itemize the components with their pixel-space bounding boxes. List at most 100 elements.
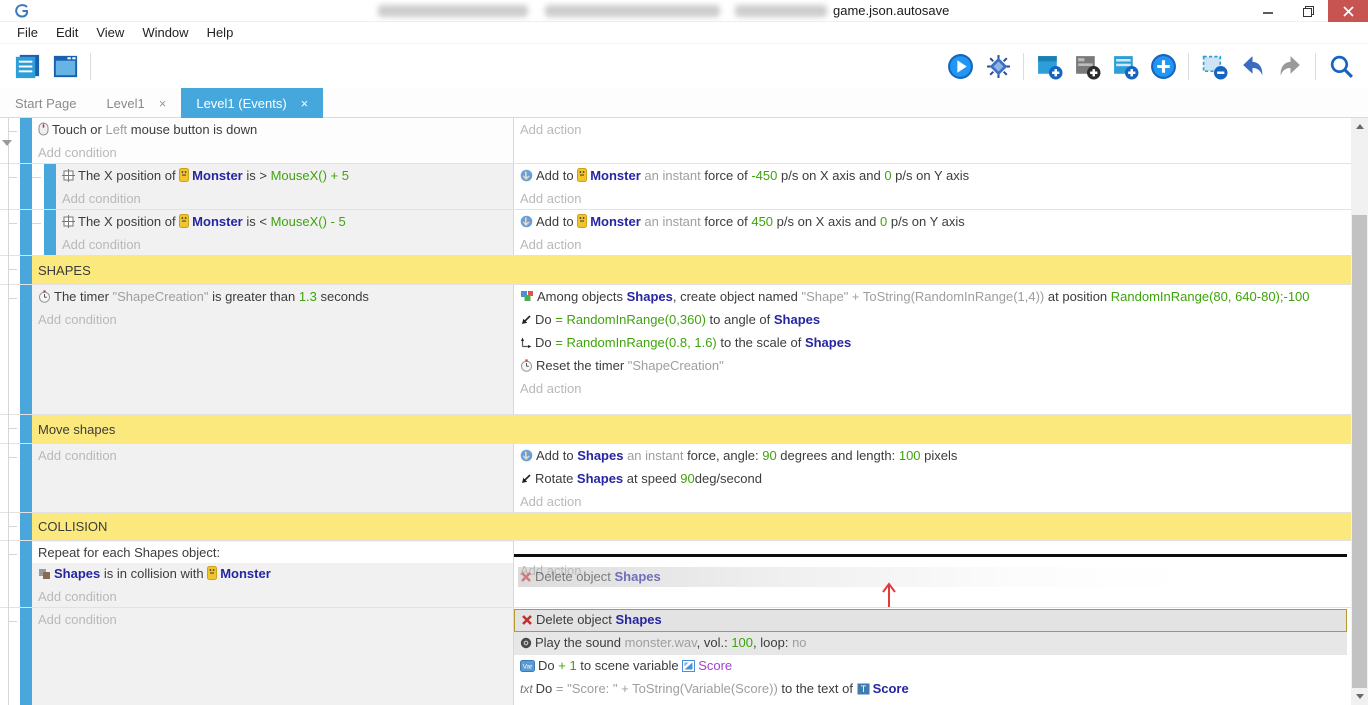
undo-button[interactable] <box>1236 50 1268 82</box>
action-line[interactable]: txtDo = "Score: " + ToString(Variable(Sc… <box>514 678 1351 701</box>
close-tab-icon[interactable]: × <box>301 96 309 111</box>
comment-row[interactable]: Move shapes <box>0 415 1351 444</box>
search-button[interactable] <box>1325 50 1357 82</box>
condition-line[interactable]: The timer "ShapeCreation" is greater tha… <box>32 286 513 309</box>
comment-row[interactable]: COLLISION <box>0 513 1351 541</box>
tab-level1-events[interactable]: Level1 (Events) × <box>181 88 323 118</box>
add-condition-button[interactable]: Add condition <box>56 188 513 209</box>
conditions-cell[interactable]: Add condition <box>32 608 513 705</box>
scene-editor-button[interactable] <box>49 50 81 82</box>
debug-button[interactable] <box>982 50 1014 82</box>
condition-line[interactable]: Repeat for each Shapes object: <box>32 542 513 563</box>
action-line[interactable]: Reset the timer "ShapeCreation" <box>514 355 1351 378</box>
action-line[interactable]: Among objects Shapes, create object name… <box>514 286 1351 309</box>
expander-icon[interactable] <box>2 140 12 146</box>
action-line[interactable]: Do = RandomInRange(0,360) to angle of Sh… <box>514 309 1351 332</box>
add-condition-button[interactable]: Add condition <box>32 445 513 466</box>
condition-line[interactable]: Shapes is in collision with Monster <box>32 563 513 586</box>
close-button[interactable] <box>1328 0 1368 22</box>
actions-cell[interactable]: Among objects Shapes, create object name… <box>513 285 1351 414</box>
add-subevent-button[interactable] <box>1109 50 1141 82</box>
add-condition-button[interactable]: Add condition <box>32 609 513 630</box>
event-drag-bar[interactable] <box>20 285 32 414</box>
menu-file[interactable]: File <box>8 25 47 40</box>
add-condition-button[interactable]: Add condition <box>56 234 513 255</box>
menu-edit[interactable]: Edit <box>47 25 87 40</box>
comment-text[interactable]: SHAPES <box>32 256 1351 284</box>
add-action-button[interactable]: Add action <box>514 119 1351 140</box>
subevent-drag-bar[interactable] <box>44 164 56 209</box>
event-row[interactable]: The X position of Monster is < MouseX() … <box>0 210 1351 256</box>
add-condition-button[interactable]: Add condition <box>32 309 513 330</box>
preview-play-button[interactable] <box>944 50 976 82</box>
tab-start-page[interactable]: Start Page <box>0 88 91 118</box>
actions-cell[interactable]: Delete object ShapesPlay the sound monst… <box>513 608 1351 705</box>
condition-line[interactable]: Touch or Left mouse button is down <box>32 119 513 142</box>
project-manager-button[interactable] <box>11 50 43 82</box>
scrollbar-thumb[interactable] <box>1352 215 1367 688</box>
action-line[interactable]: Rotate Shapes at speed 90deg/second <box>514 468 1351 491</box>
event-drag-bar[interactable] <box>20 256 32 284</box>
add-comment-button[interactable] <box>1071 50 1103 82</box>
event-drag-bar[interactable] <box>20 513 32 540</box>
condition-line[interactable]: The X position of Monster is > MouseX() … <box>56 165 513 188</box>
scroll-down-button[interactable] <box>1351 688 1368 705</box>
add-action-button[interactable]: Add action <box>514 491 1351 512</box>
close-tab-icon[interactable]: × <box>159 96 167 111</box>
subevent-drag-bar[interactable] <box>44 210 56 255</box>
add-action-button[interactable]: Add action <box>514 188 1351 209</box>
add-action-button[interactable]: Add action <box>514 234 1351 255</box>
add-condition-button[interactable]: Add condition <box>32 586 513 607</box>
comment-text[interactable]: COLLISION <box>32 513 1351 540</box>
event-row[interactable]: Repeat for each Shapes object:Shapes is … <box>0 541 1351 608</box>
add-action-button[interactable]: Add action <box>514 378 1351 399</box>
add-condition-button[interactable]: Add condition <box>32 142 513 163</box>
action-line[interactable]: Delete object Shapes <box>514 609 1347 632</box>
menu-view[interactable]: View <box>87 25 133 40</box>
add-action-button[interactable]: Add actionDelete object Shapes <box>514 560 1351 581</box>
comment-row[interactable]: SHAPES <box>0 256 1351 285</box>
minimize-button[interactable] <box>1248 0 1288 22</box>
action-line[interactable]: Add to Shapes an instant force, angle: 9… <box>514 445 1351 468</box>
comment-text[interactable]: Move shapes <box>32 415 1351 443</box>
actions-cell[interactable]: Add to Shapes an instant force, angle: 9… <box>513 444 1351 512</box>
action-line[interactable]: VarDo + 1 to scene variable Score <box>514 655 1351 678</box>
conditions-cell[interactable]: Touch or Left mouse button is downAdd co… <box>32 118 513 163</box>
conditions-cell[interactable]: The X position of Monster is < MouseX() … <box>56 210 513 255</box>
conditions-cell[interactable]: Add condition <box>32 444 513 512</box>
condition-line[interactable]: The X position of Monster is < MouseX() … <box>56 211 513 234</box>
event-row[interactable]: Add conditionAdd to Shapes an instant fo… <box>0 444 1351 513</box>
events-sheet[interactable]: Touch or Left mouse button is downAdd co… <box>0 118 1351 705</box>
actions-cell[interactable]: Add to Monster an instant force of -450 … <box>513 164 1351 209</box>
action-line[interactable]: Play the sound monster.wav, vol.: 100, l… <box>514 632 1347 655</box>
actions-cell[interactable]: Add action <box>513 118 1351 163</box>
actions-cell[interactable]: Add to Monster an instant force of 450 p… <box>513 210 1351 255</box>
tab-level1[interactable]: Level1 × <box>91 88 181 118</box>
action-line[interactable]: Add to Monster an instant force of 450 p… <box>514 211 1351 234</box>
menu-window[interactable]: Window <box>133 25 197 40</box>
add-event-button[interactable] <box>1033 50 1065 82</box>
remove-event-button[interactable] <box>1198 50 1230 82</box>
event-drag-bar[interactable] <box>20 541 32 607</box>
action-line[interactable]: Do = RandomInRange(0.8, 1.6) to the scal… <box>514 332 1351 355</box>
action-line[interactable]: Add to Monster an instant force of -450 … <box>514 165 1351 188</box>
restore-button[interactable] <box>1288 0 1328 22</box>
event-drag-bar[interactable] <box>20 118 32 163</box>
conditions-cell[interactable]: The X position of Monster is > MouseX() … <box>56 164 513 209</box>
event-drag-bar[interactable] <box>20 164 32 209</box>
event-drag-bar[interactable] <box>20 415 32 443</box>
event-row[interactable]: Touch or Left mouse button is downAdd co… <box>0 118 1351 164</box>
add-other-event-button[interactable] <box>1147 50 1179 82</box>
event-row[interactable]: The X position of Monster is > MouseX() … <box>0 164 1351 210</box>
scroll-up-button[interactable] <box>1351 118 1368 135</box>
redo-button[interactable] <box>1274 50 1306 82</box>
menu-help[interactable]: Help <box>198 25 243 40</box>
conditions-cell[interactable]: The timer "ShapeCreation" is greater tha… <box>32 285 513 414</box>
event-drag-bar[interactable] <box>20 444 32 512</box>
conditions-cell[interactable]: Repeat for each Shapes object:Shapes is … <box>32 541 513 607</box>
vertical-scrollbar[interactable] <box>1351 118 1368 705</box>
actions-cell[interactable]: Add actionDelete object Shapes <box>513 541 1351 607</box>
event-row[interactable]: The timer "ShapeCreation" is greater tha… <box>0 285 1351 415</box>
event-row[interactable]: Add conditionDelete object ShapesPlay th… <box>0 608 1351 705</box>
add-action-button[interactable]: Add action <box>514 701 1351 705</box>
